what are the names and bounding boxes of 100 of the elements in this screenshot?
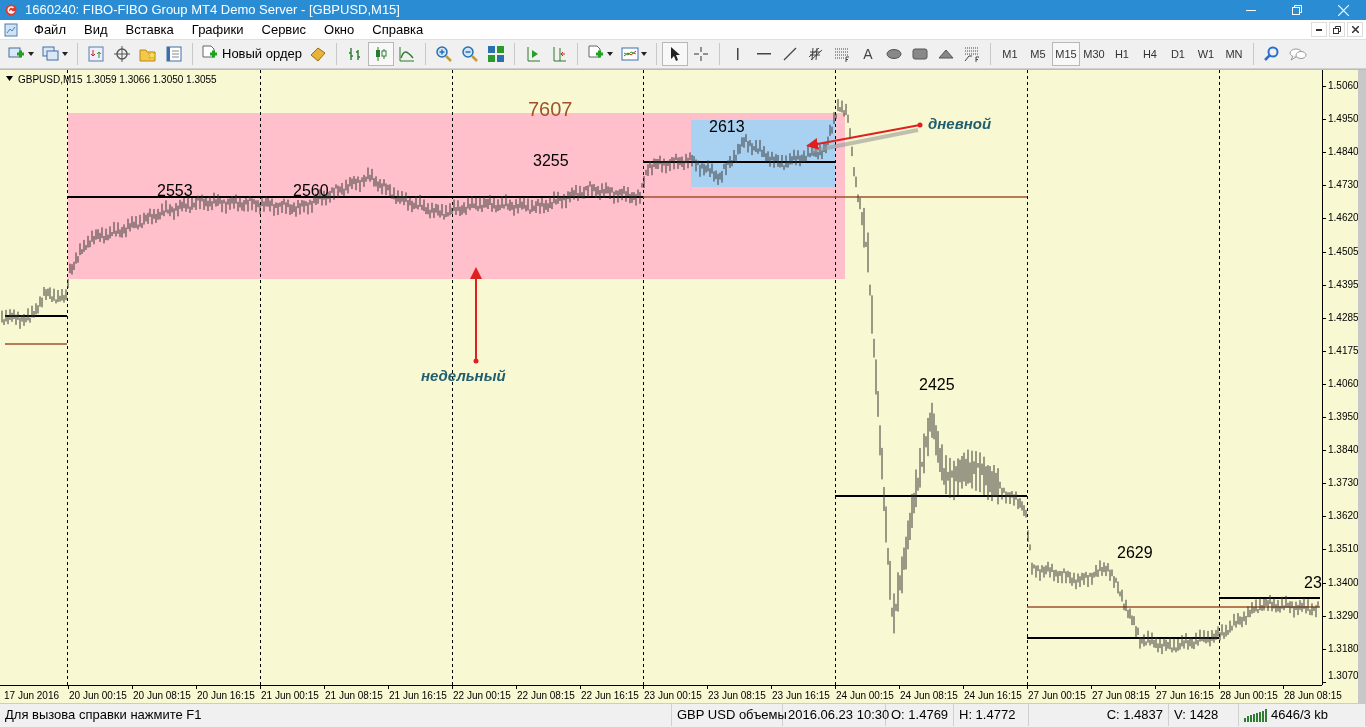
price-label: 1.4505 — [1328, 245, 1359, 258]
time-label: 24 Jun 00:15 — [836, 690, 894, 702]
status-text: V: 1428 — [1174, 706, 1219, 725]
price-label: 1.4285 — [1328, 311, 1359, 324]
fan-icon — [962, 45, 981, 63]
zoom-out-icon — [460, 45, 479, 63]
chart-window-icon — [4, 22, 18, 37]
price-label: 1.4395 — [1328, 278, 1359, 291]
dotted-lines-icon — [832, 45, 851, 63]
volume-label: 2553 — [157, 183, 193, 199]
menu-item[interactable]: Графики — [183, 19, 252, 40]
price-label: 1.4730 — [1328, 179, 1359, 192]
price-label: 1.3400 — [1328, 576, 1359, 589]
window-title: 1660240: FIBO-FIBO Group MT4 Demo Server - [GBPUSD,M15] — [25, 1, 400, 20]
caret-icon — [606, 52, 613, 56]
price-label: 1.4840 — [1328, 146, 1359, 159]
price-label: 1.3180 — [1328, 642, 1359, 655]
time-label: 23 Jun 00:15 — [644, 690, 702, 702]
status-text: 4646/3 kb — [1271, 706, 1329, 725]
menu-item[interactable]: Справка — [364, 19, 432, 40]
price-label: 1.3950 — [1328, 411, 1359, 423]
line-chart-icon — [397, 45, 416, 63]
volume-label: 3255 — [533, 153, 569, 169]
app-logo-icon — [5, 4, 17, 16]
caret-icon — [62, 52, 68, 56]
connection-bars-icon — [1244, 708, 1268, 722]
timeframe-button[interactable]: M5 — [1023, 42, 1052, 66]
time-label: 17 Jun 2016 — [4, 690, 60, 702]
tile-icon — [486, 45, 505, 63]
time-label: 20 Jun 08:15 — [133, 690, 191, 702]
restore-icon — [1333, 25, 1341, 34]
volume-label: 2613 — [709, 119, 745, 135]
candlestick-button[interactable] — [367, 42, 394, 66]
timeframe-button[interactable]: MN — [1219, 42, 1248, 66]
price-label: 1.4060 — [1328, 377, 1359, 390]
restore-icon — [1292, 5, 1302, 15]
time-label: 27 Jun 00:15 — [1028, 690, 1086, 702]
time-label: 27 Jun 16:15 — [1156, 690, 1214, 702]
chart-note: дневной — [928, 114, 992, 134]
chart-note: недельный — [421, 366, 506, 386]
collapse-triangle-icon[interactable] — [6, 76, 13, 81]
time-label: 22 Jun 16:15 — [581, 690, 639, 702]
time-label: 21 Jun 08:15 — [325, 690, 383, 702]
status-text: C: 1.4837 — [1106, 706, 1163, 725]
timeframe-button[interactable]: W1 — [1191, 42, 1220, 66]
menu-item[interactable]: Вставка — [117, 19, 182, 40]
caret-icon — [28, 52, 34, 56]
caret-icon — [640, 52, 647, 56]
price-label: 1.3840 — [1328, 444, 1359, 457]
volume-label: 2629 — [1117, 545, 1153, 561]
crosshair-icon — [691, 45, 710, 63]
timeframe-button[interactable]: H4 — [1135, 42, 1164, 66]
volume-label: 2425 — [919, 377, 955, 393]
menu-item[interactable]: Сервис — [253, 19, 315, 40]
timeframe-button[interactable]: H1 — [1107, 42, 1136, 66]
timeframe-button[interactable]: M15 — [1051, 42, 1080, 66]
time-label: 20 Jun 00:15 — [69, 690, 127, 702]
close-icon — [1351, 26, 1359, 33]
status-text: 2016.06.23 10:30 — [788, 706, 890, 725]
price-label: 1.3070 — [1328, 670, 1359, 682]
time-label: 27 Jun 08:15 — [1092, 690, 1150, 702]
price-label: 1.5060 — [1328, 80, 1359, 92]
child-close-button[interactable] — [1347, 22, 1363, 37]
child-restore-button[interactable] — [1329, 22, 1345, 37]
minimize-icon — [1316, 28, 1322, 31]
symbol-label: GBPUSD,M15 — [18, 73, 83, 87]
menu-item[interactable]: Окно — [316, 19, 363, 40]
price-label: 1.3510 — [1328, 543, 1359, 556]
time-label: 28 Jun 00:15 — [1220, 690, 1278, 702]
speech-bubbles-icon — [1288, 45, 1307, 63]
price-label: 1.4175 — [1328, 344, 1359, 357]
scrollbar[interactable] — [1358, 70, 1366, 704]
windows-icon — [42, 45, 60, 63]
arrows-icon — [87, 45, 105, 63]
status-text: GBP USD объемы — [677, 706, 787, 725]
search-icon — [1262, 45, 1281, 63]
crosshair-icon — [113, 45, 131, 63]
close-icon — [1337, 4, 1349, 16]
help-hint: Для вызова справки нажмите F1 — [5, 706, 202, 725]
price-label: 1.3620 — [1328, 510, 1359, 523]
time-label: 20 Jun 16:15 — [197, 690, 255, 702]
minimize-icon — [1246, 9, 1256, 11]
horizontal-line-icon — [756, 53, 771, 55]
cursor-button[interactable] — [661, 42, 688, 66]
price-label: 1.3290 — [1328, 609, 1359, 622]
menu-item[interactable]: Вид — [75, 19, 116, 40]
chart-window-icon — [620, 45, 639, 63]
time-label: 22 Jun 08:15 — [517, 690, 575, 702]
text-tool-button[interactable]: A — [854, 42, 881, 66]
list-window-icon — [165, 45, 183, 63]
timeframe-button[interactable]: M1 — [995, 42, 1024, 66]
time-label: 21 Jun 16:15 — [389, 690, 447, 702]
new-order-button[interactable]: Новый ордер — [198, 42, 305, 66]
timeframe-button[interactable]: D1 — [1163, 42, 1192, 66]
price-label: 1.3730 — [1328, 477, 1359, 490]
child-minimize-button[interactable] — [1311, 22, 1327, 37]
timeframe-button[interactable]: M30 — [1079, 42, 1108, 66]
time-label: 23 Jun 16:15 — [772, 690, 830, 702]
menu-item[interactable]: Файл — [26, 19, 74, 40]
status-text: O: 1.4769 — [891, 706, 949, 725]
